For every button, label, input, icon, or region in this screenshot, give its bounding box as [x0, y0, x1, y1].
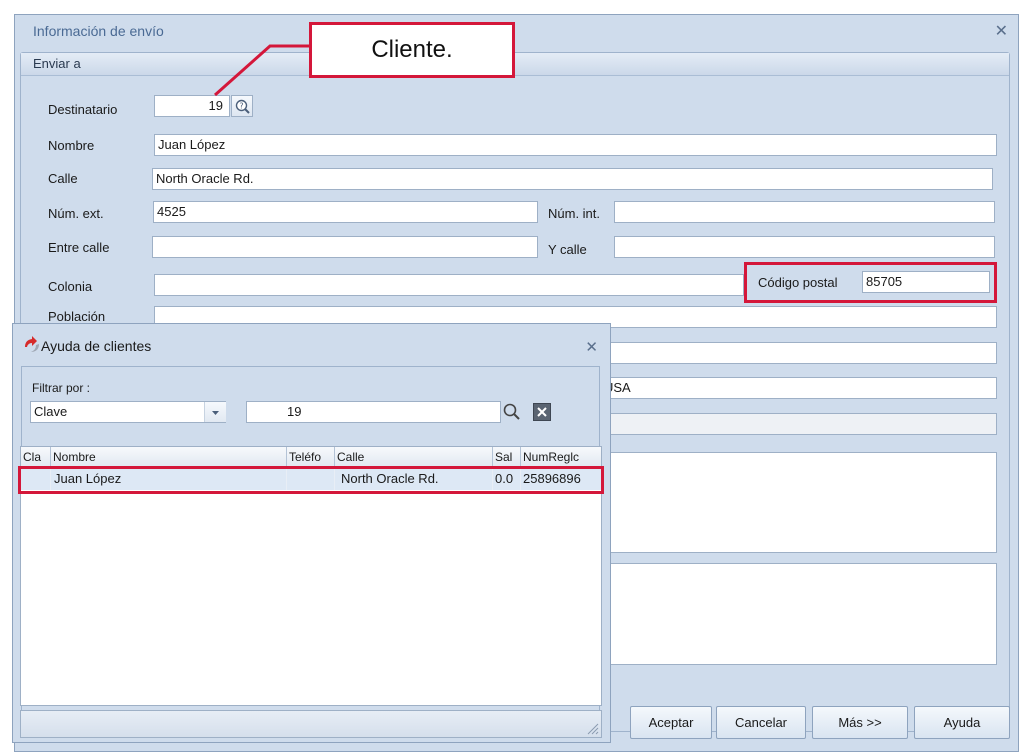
- filter-by-value: Clave: [34, 404, 68, 419]
- dialog-status-bar: [20, 710, 602, 738]
- customer-help-dialog: Ayuda de clientes ✕ Filtrar por : Clave …: [12, 323, 611, 743]
- filter-dropdown-button[interactable]: [204, 402, 226, 422]
- dialog-title: Ayuda de clientes: [41, 338, 152, 354]
- grid-header: Cla Nombre Teléfo Calle Sal NumReglc: [21, 447, 601, 468]
- filter-by-select[interactable]: Clave: [30, 401, 226, 423]
- filter-label: Filtrar por :: [32, 381, 91, 395]
- col-telefono[interactable]: Teléfo: [287, 447, 335, 467]
- selected-row-highlight: [18, 466, 604, 494]
- callout-cliente: Cliente.: [309, 22, 515, 78]
- col-nombre[interactable]: Nombre: [51, 447, 287, 467]
- filter-value-input[interactable]: 19: [246, 401, 501, 423]
- resize-grip-icon[interactable]: [585, 721, 599, 735]
- col-saldo[interactable]: Sal: [493, 447, 521, 467]
- customer-help-icon: [25, 336, 39, 352]
- col-clave[interactable]: Cla: [21, 447, 51, 467]
- col-calle[interactable]: Calle: [335, 447, 493, 467]
- chevron-down-icon: [212, 411, 219, 415]
- search-button[interactable]: [501, 401, 523, 423]
- col-numreg[interactable]: NumReglc: [521, 447, 601, 467]
- clear-button[interactable]: [533, 403, 551, 421]
- search-icon: [503, 403, 520, 420]
- dialog-close-icon[interactable]: ✕: [585, 338, 598, 356]
- clear-x-icon: [537, 407, 547, 417]
